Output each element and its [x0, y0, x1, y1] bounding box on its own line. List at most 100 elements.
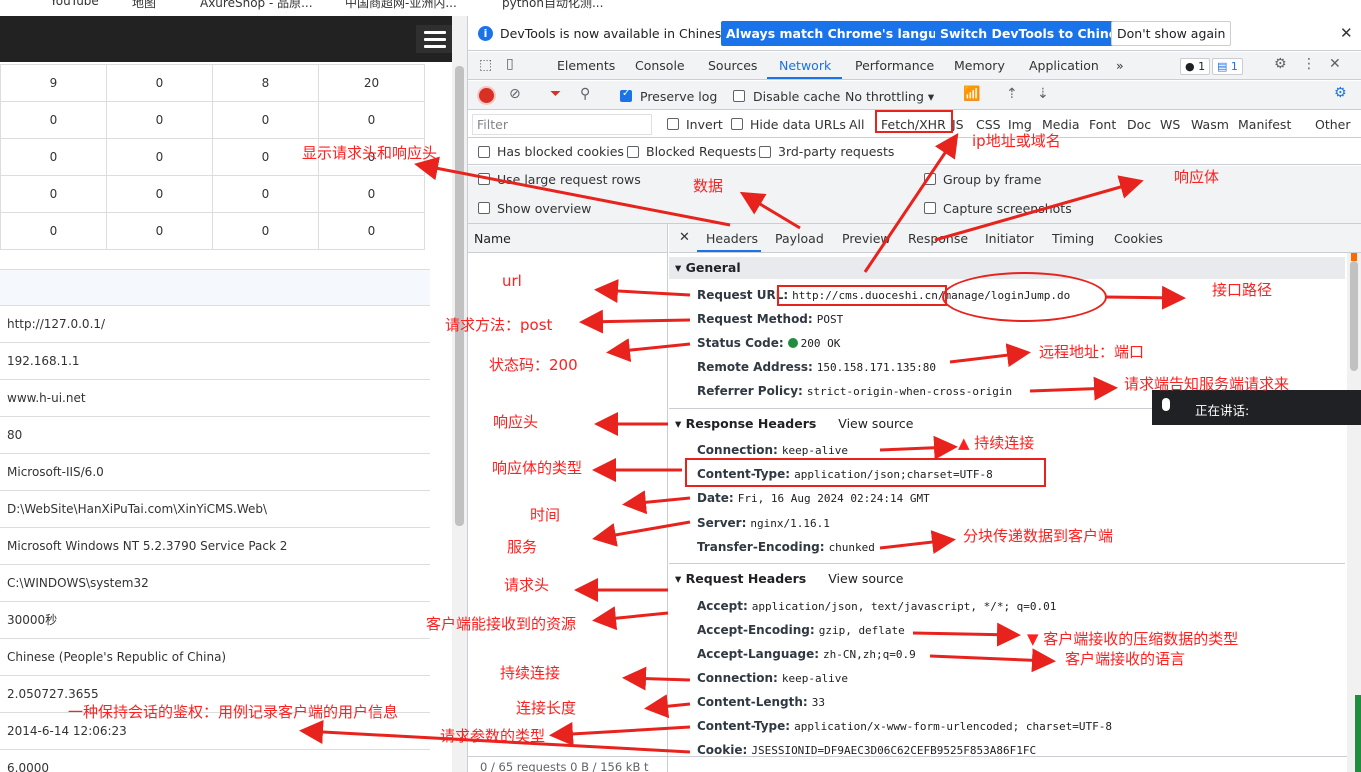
header-value: 150.158.171.135:80 [816, 361, 937, 374]
filter-type-media[interactable]: Media [1042, 117, 1080, 132]
active-detail-tab-indicator [697, 250, 761, 252]
scrollbar-thumb[interactable] [455, 66, 464, 526]
clear-icon[interactable]: ⊘ [509, 86, 521, 102]
filter-icon[interactable]: ⏷ [550, 86, 561, 102]
scroll-up-icon[interactable] [1351, 253, 1357, 261]
general-row: Status Code: 200 OK [697, 336, 840, 350]
errors-badge[interactable]: ● 1 [1180, 58, 1211, 75]
network-toolbar: ⊘ ⏷ ⚲ Preserve log Disable cache No thro… [468, 81, 1361, 110]
tab-preview[interactable]: Preview [842, 231, 891, 246]
page-scrollbar[interactable] [452, 16, 467, 772]
filter-type-manifest[interactable]: Manifest [1238, 117, 1291, 132]
filter-type-font[interactable]: Font [1089, 117, 1116, 132]
import-har-icon[interactable]: ⇡ [1006, 86, 1018, 102]
capture-screenshots-checkbox[interactable] [924, 202, 936, 214]
tab-timing[interactable]: Timing [1052, 231, 1094, 246]
filter-type-ws[interactable]: WS [1160, 117, 1180, 132]
filter-type-css[interactable]: CSS [976, 117, 1001, 132]
tab-application[interactable]: Application [1029, 58, 1099, 73]
tab-elements[interactable]: Elements [557, 58, 615, 73]
large-rows-checkbox[interactable] [478, 173, 490, 185]
response-header-row: Content-Type: application/json;charset=UT… [697, 467, 993, 481]
general-row: Remote Address: 150.158.171.135:80 [697, 360, 936, 374]
tab-response[interactable]: Response [908, 231, 968, 246]
more-tabs-icon[interactable]: » [1116, 58, 1124, 73]
preserve-log-label: Preserve log [640, 89, 718, 104]
microphone-icon[interactable] [1162, 398, 1170, 411]
general-row: Referrer Policy: strict-origin-when-cross… [697, 384, 1012, 398]
filter-type-img[interactable]: Img [1008, 117, 1032, 132]
filter-type-wasm[interactable]: Wasm [1191, 117, 1229, 132]
show-overview-checkbox[interactable] [478, 202, 490, 214]
bookmark-item[interactable]: 地图 [132, 0, 156, 11]
tab-headers[interactable]: Headers [706, 231, 758, 246]
third-party-checkbox[interactable] [759, 146, 771, 158]
general-section-header[interactable]: ▾ General [669, 257, 1345, 279]
invert-checkbox[interactable] [667, 118, 679, 130]
section-divider [669, 563, 1345, 564]
header-key: Accept: [697, 599, 748, 613]
blocked-cookies-checkbox[interactable] [478, 146, 490, 158]
throttling-select[interactable]: No throttling ▾ [845, 89, 934, 104]
close-devtools-icon[interactable]: ✕ [1329, 56, 1341, 72]
blocked-requests-checkbox[interactable] [627, 146, 639, 158]
name-column-header[interactable]: Name [468, 224, 667, 253]
filter-type-fetch-xhr[interactable]: Fetch/XHR [881, 117, 946, 132]
errors-count: 1 [1198, 60, 1206, 73]
filter-type-all[interactable]: All [849, 117, 865, 132]
issues-badge[interactable]: ▤ 1 [1212, 58, 1243, 75]
header-value: nginx/1.16.1 [750, 517, 830, 530]
scrollbar-thumb[interactable] [1350, 261, 1358, 371]
hamburger-menu-icon[interactable] [416, 25, 452, 53]
export-har-icon[interactable]: ⇣ [1037, 86, 1049, 102]
table-cell: 0 [212, 212, 319, 250]
request-options-bar: Has blocked cookies Blocked Requests 3rd… [468, 139, 1361, 165]
filter-type-other[interactable]: Other [1315, 117, 1351, 132]
switch-to-chinese-button[interactable]: Switch DevTools to Chinese [935, 21, 1139, 46]
filter-type-doc[interactable]: Doc [1127, 117, 1151, 132]
disable-cache-checkbox[interactable] [733, 90, 745, 102]
header-key: Remote Address: [697, 360, 813, 374]
bookmark-item[interactable]: python自动化测... [502, 0, 603, 11]
search-icon[interactable]: ⚲ [580, 86, 590, 102]
close-icon[interactable]: ✕ [1340, 24, 1353, 42]
tab-console[interactable]: Console [635, 58, 685, 73]
group-by-frame-checkbox[interactable] [924, 173, 936, 185]
always-match-language-button[interactable]: Always match Chrome's language [721, 21, 968, 46]
settings-gear-icon[interactable]: ⚙ [1274, 56, 1287, 72]
more-options-icon[interactable]: ⋮ [1302, 56, 1316, 72]
network-conditions-icon[interactable]: 📶 [963, 86, 980, 102]
request-headers-section-header[interactable]: ▾ Request Headers View source [669, 568, 1345, 590]
tab-performance[interactable]: Performance [855, 58, 934, 73]
tab-payload[interactable]: Payload [775, 231, 824, 246]
bookmark-item[interactable]: AxureShop - 品原... [200, 0, 313, 11]
list-item: D:\WebSite\HanXiPuTai.com\XinYiCMS.Web\ [0, 491, 430, 528]
list-item: Chinese (People's Republic of China) [0, 639, 430, 676]
group-by-frame-label: Group by frame [943, 172, 1042, 187]
tab-sources[interactable]: Sources [708, 58, 757, 73]
tab-memory[interactable]: Memory [954, 58, 1005, 73]
table-cell: 0 [318, 101, 425, 139]
tab-cookies[interactable]: Cookies [1114, 231, 1163, 246]
network-settings-icon[interactable]: ⚙ [1334, 85, 1347, 101]
bookmark-item[interactable]: YouTube [50, 0, 99, 8]
view-source-link[interactable]: View source [838, 416, 913, 431]
tab-network[interactable]: Network [779, 58, 831, 73]
hide-data-urls-checkbox[interactable] [731, 118, 743, 130]
inspect-element-icon[interactable]: ⬚ [479, 57, 492, 73]
dont-show-again-button[interactable]: Don't show again [1111, 21, 1232, 46]
filter-input[interactable]: Filter [472, 114, 652, 135]
view-source-link[interactable]: View source [828, 571, 903, 586]
filter-type-js[interactable]: JS [952, 117, 964, 132]
preserve-log-checkbox[interactable] [620, 88, 632, 102]
header-value: http://cms.duoceshi.cn/manage/loginJump.… [792, 289, 1071, 302]
response-header-row: Date: Fri, 16 Aug 2024 02:24:14 GMT [697, 491, 930, 505]
tab-initiator[interactable]: Initiator [985, 231, 1034, 246]
record-icon[interactable] [479, 88, 494, 103]
header-value: gzip, deflate [818, 624, 905, 637]
device-toolbar-icon[interactable]: ▯ [506, 56, 514, 72]
header-value: application/json, text/javascript, */*; … [751, 600, 1057, 613]
request-list: Name 0 / 65 requests 0 B / 156 kB t [468, 224, 1361, 772]
close-detail-icon[interactable]: ✕ [679, 230, 690, 245]
bookmark-item[interactable]: 中国商超网-亚洲内... [345, 0, 457, 11]
